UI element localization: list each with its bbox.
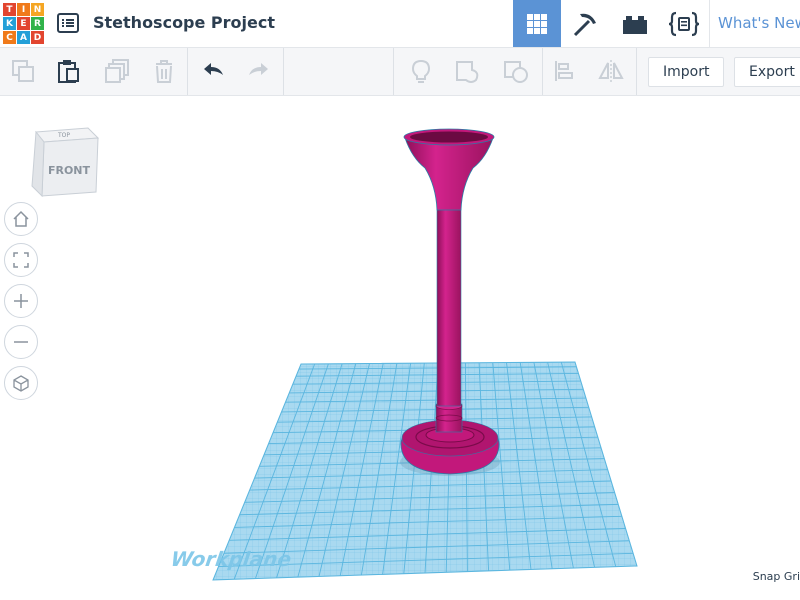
group-button[interactable] xyxy=(454,57,482,85)
whats-new-link[interactable]: What's New xyxy=(718,14,800,32)
divider xyxy=(542,48,543,95)
viewcube-top-label: TOP xyxy=(57,132,70,139)
paste-icon xyxy=(58,60,79,83)
divider xyxy=(393,48,394,95)
copy-icon xyxy=(12,60,34,82)
duplicate-icon xyxy=(105,59,129,83)
edit-toolbar: Import Export xyxy=(0,48,800,96)
curly-braces-icon xyxy=(668,11,700,36)
workplane-label: Workplane xyxy=(169,547,293,571)
notes-button[interactable] xyxy=(407,57,435,85)
delete-icon xyxy=(156,60,172,83)
snap-grid-label[interactable]: Snap Gri xyxy=(753,570,800,583)
tinkercad-logo[interactable]: T I N K E R C A D xyxy=(3,3,44,44)
align-icon xyxy=(555,61,573,81)
view-cube[interactable]: TOP FRONT xyxy=(28,124,100,204)
perspective-button[interactable] xyxy=(4,366,38,400)
delete-button[interactable] xyxy=(150,57,178,85)
home-view-button[interactable] xyxy=(4,202,38,236)
align-button[interactable] xyxy=(550,57,578,85)
logo-letter: D xyxy=(31,31,44,44)
home-icon xyxy=(13,210,29,227)
copy-button[interactable] xyxy=(9,57,37,85)
brick-icon xyxy=(623,15,647,34)
zoom-in-icon xyxy=(14,294,28,308)
divider xyxy=(636,48,637,95)
lightbulb-icon xyxy=(411,59,431,83)
mode-3d-design-button[interactable] xyxy=(513,0,561,47)
duplicate-button[interactable] xyxy=(103,57,131,85)
undo-icon xyxy=(204,63,223,75)
mirror-icon xyxy=(598,60,624,82)
divider xyxy=(283,48,284,95)
mode-lesson-button[interactable] xyxy=(660,0,708,47)
workplane[interactable]: Workplane xyxy=(169,356,650,586)
ungroup-button[interactable] xyxy=(502,57,530,85)
top-bar: T I N K E R C A D Stethoscope Project Wh… xyxy=(0,0,800,48)
redo-button[interactable] xyxy=(245,57,273,85)
fit-view-icon xyxy=(13,252,29,268)
project-title[interactable]: Stethoscope Project xyxy=(93,13,275,32)
redo-icon xyxy=(249,63,268,75)
logo-letter: C xyxy=(3,31,16,44)
scene-canvas[interactable]: Workplane xyxy=(0,96,800,600)
fit-view-button[interactable] xyxy=(4,243,38,277)
design-list-icon[interactable] xyxy=(57,12,79,34)
import-button[interactable]: Import xyxy=(648,57,725,87)
3d-viewport[interactable]: Workplane TOP FRONT Snap Gri xyxy=(0,96,800,600)
zoom-in-button[interactable] xyxy=(4,284,38,318)
ungroup-icon xyxy=(504,61,528,83)
logo-letter: K xyxy=(3,17,16,30)
pickaxe-icon xyxy=(573,13,596,36)
export-button[interactable]: Export xyxy=(734,57,800,87)
grid-icon xyxy=(527,13,547,34)
paste-button[interactable] xyxy=(54,57,82,85)
group-icon xyxy=(456,61,479,83)
mode-codeblocks-button[interactable] xyxy=(562,0,610,47)
viewcube-front-label: FRONT xyxy=(48,164,91,177)
logo-letter: R xyxy=(31,17,44,30)
undo-button[interactable] xyxy=(199,57,227,85)
divider xyxy=(709,0,710,47)
mode-bricks-button[interactable] xyxy=(611,0,659,47)
logo-letter: A xyxy=(17,31,30,44)
divider xyxy=(187,48,188,95)
mirror-button[interactable] xyxy=(597,57,625,85)
zoom-out-button[interactable] xyxy=(4,325,38,359)
perspective-icon xyxy=(13,375,29,392)
logo-letter: N xyxy=(31,3,44,16)
logo-letter: T xyxy=(3,3,16,16)
logo-letter: E xyxy=(17,17,30,30)
zoom-out-icon xyxy=(14,341,28,343)
logo-letter: I xyxy=(17,3,30,16)
